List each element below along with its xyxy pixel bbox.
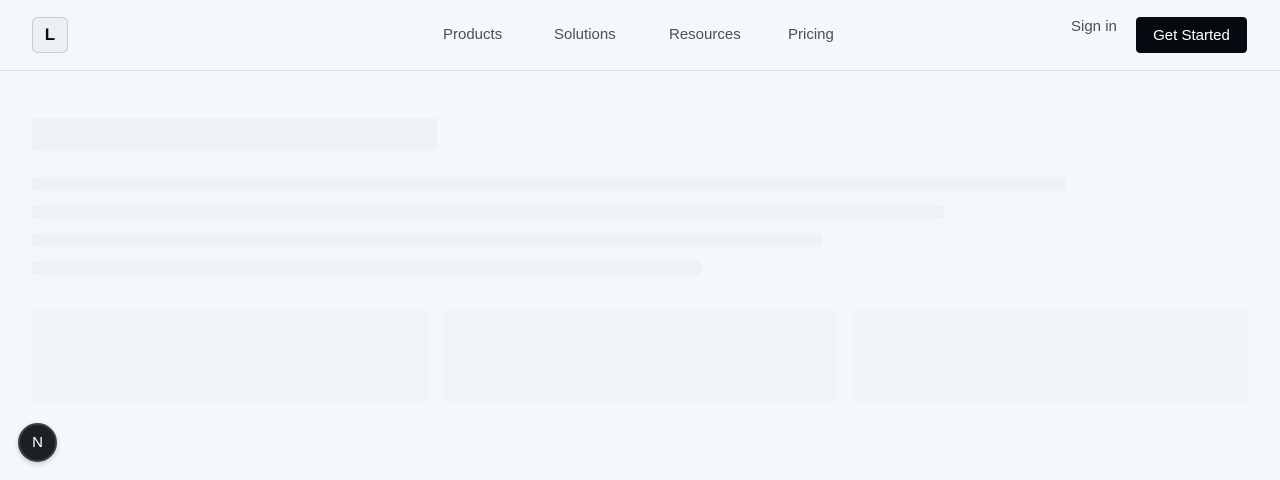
skeleton-line: [32, 205, 944, 219]
logo[interactable]: L: [32, 17, 68, 53]
skeleton-card: [443, 309, 837, 402]
sign-in-link[interactable]: Sign in: [1071, 18, 1117, 35]
main-nav: Products Solutions Resources Pricing: [0, 0, 1280, 70]
skeleton-card: [853, 309, 1248, 402]
site-header: L Products Solutions Resources Pricing S…: [0, 0, 1280, 71]
n-badge-icon: N: [32, 434, 43, 451]
nav-item-solutions[interactable]: Solutions: [554, 26, 616, 43]
skeleton-line: [32, 233, 822, 247]
skeleton-line: [32, 261, 702, 275]
skeleton-card: [32, 309, 428, 402]
logo-letter: L: [44, 25, 56, 44]
skeleton-title: [32, 118, 437, 151]
get-started-label: Get Started: [1153, 26, 1230, 44]
get-started-button[interactable]: Get Started: [1136, 17, 1247, 53]
nav-item-resources[interactable]: Resources: [669, 26, 741, 43]
skeleton-line: [32, 177, 1066, 191]
nav-item-pricing[interactable]: Pricing: [788, 26, 834, 43]
nav-item-products[interactable]: Products: [443, 26, 502, 43]
n-badge-button[interactable]: N: [18, 423, 57, 462]
